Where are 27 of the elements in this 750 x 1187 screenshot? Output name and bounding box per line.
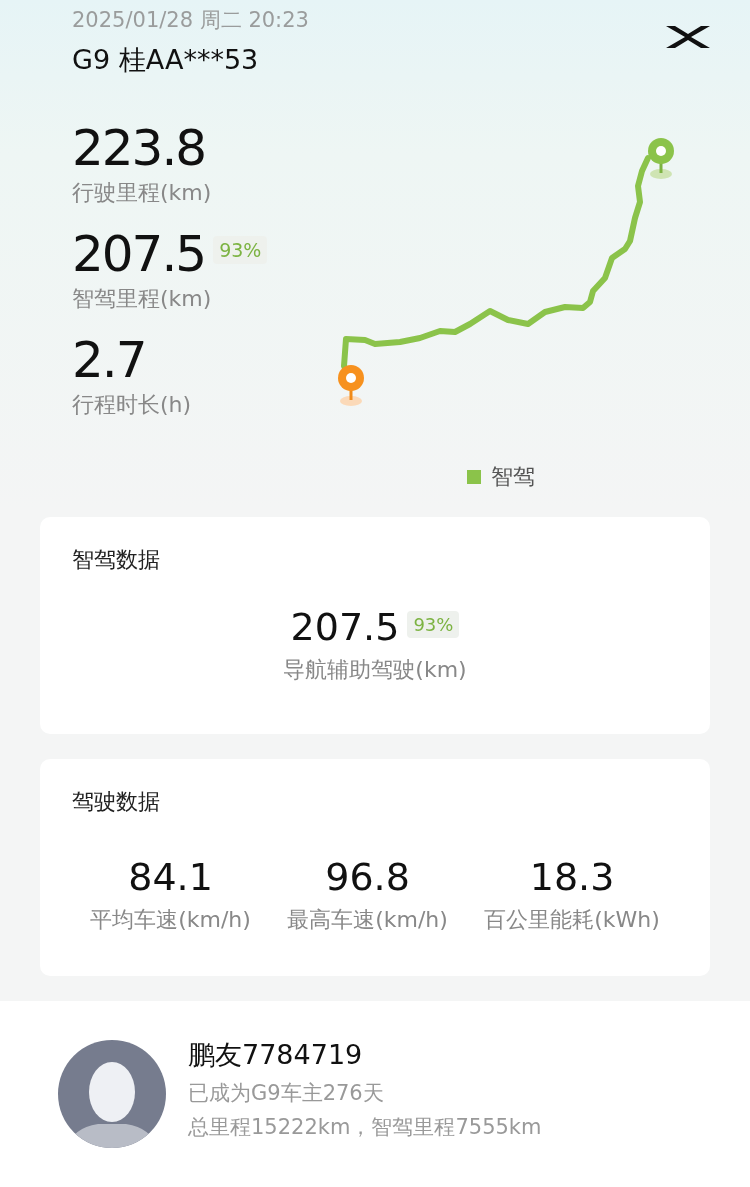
trip-datetime: 2025/01/28 周二 20:23	[72, 7, 309, 34]
stat-label: 导航辅助驾驶(km)	[283, 656, 467, 684]
vehicle-title: G9 桂AA***53	[72, 43, 260, 77]
stat-value: 96.8	[325, 855, 410, 899]
stat-value: 18.3	[529, 855, 615, 899]
owner-duration: 已成为G9车主276天	[188, 1080, 385, 1107]
percent-badge: 93%	[213, 236, 268, 264]
stat-label: 平均车速(km/h)	[90, 906, 251, 934]
stat-value: 84.1	[128, 855, 213, 899]
stat-value: 207.5	[290, 605, 400, 649]
stat-label: 行程时长(h)	[72, 391, 193, 419]
brand-logo-icon	[666, 24, 710, 50]
card-title: 智驾数据	[72, 546, 161, 574]
mileage-summary: 总里程15222km，智驾里程7555km	[188, 1114, 542, 1141]
stat-value: 207.5	[72, 224, 206, 284]
percent-badge: 93%	[407, 611, 460, 638]
stat-label: 行驶里程(km)	[72, 179, 213, 207]
card-title: 驾驶数据	[72, 788, 161, 816]
user-name: 鹏友7784719	[188, 1038, 364, 1072]
legend-label: 智驾	[491, 463, 535, 491]
stat-label: 智驾里程(km)	[72, 285, 213, 313]
start-pin-icon	[338, 365, 364, 406]
stat-value: 223.8	[72, 118, 206, 178]
end-pin-icon	[648, 138, 674, 179]
stat-value: 2.7	[72, 330, 146, 390]
stat-label: 百公里能耗(kWh)	[484, 906, 660, 934]
stat-label: 最高车速(km/h)	[287, 906, 448, 934]
